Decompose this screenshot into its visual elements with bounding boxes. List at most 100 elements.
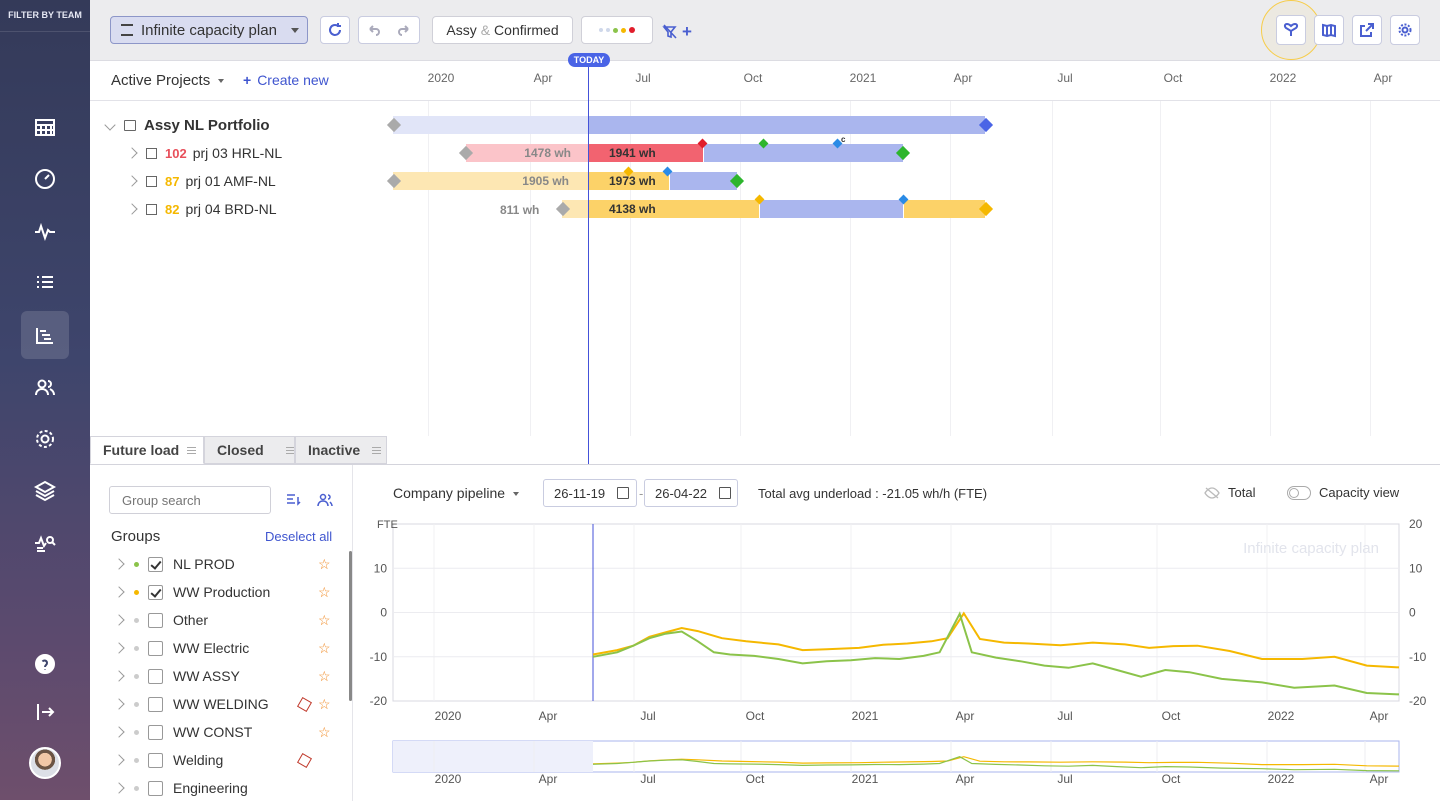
project-bar-tail[interactable] bbox=[669, 172, 737, 190]
filter-by-team-label[interactable]: FILTER BY TEAM bbox=[0, 0, 90, 32]
user-avatar[interactable] bbox=[29, 747, 61, 779]
redo-icon[interactable] bbox=[396, 22, 412, 38]
project-bar-past[interactable]: 1905 wh bbox=[393, 172, 589, 190]
chevron-right-icon[interactable] bbox=[113, 642, 125, 654]
filter-favorite-button[interactable] bbox=[1276, 15, 1306, 45]
nav-gantt-button[interactable] bbox=[21, 311, 69, 359]
sort-list-icon[interactable] bbox=[286, 493, 302, 507]
nav-logout-button[interactable] bbox=[21, 688, 69, 736]
project-row[interactable]: 102 prj 03 HRL-NL bbox=[126, 139, 282, 167]
nav-users-button[interactable] bbox=[21, 363, 69, 411]
group-checkbox[interactable] bbox=[148, 724, 163, 740]
calendar-icon[interactable] bbox=[719, 487, 732, 499]
total-toggle[interactable]: Total bbox=[1204, 485, 1255, 500]
project-bar-future[interactable]: 1941 wh bbox=[589, 144, 703, 162]
settings-button[interactable] bbox=[1390, 15, 1420, 45]
chevron-right-icon[interactable] bbox=[126, 147, 138, 159]
pipeline-selector[interactable]: Company pipeline bbox=[393, 485, 520, 501]
toggle-switch[interactable] bbox=[1287, 485, 1311, 500]
tab-inactive[interactable]: Inactive bbox=[295, 436, 387, 464]
project-bar-tail[interactable] bbox=[703, 144, 903, 162]
nav-dashboard-button[interactable] bbox=[21, 155, 69, 203]
add-filter-icon[interactable]: + bbox=[682, 22, 692, 42]
group-checkbox[interactable] bbox=[148, 780, 163, 796]
group-checkbox[interactable] bbox=[148, 752, 163, 768]
chevron-right-icon[interactable] bbox=[113, 782, 125, 794]
chevron-down-icon[interactable] bbox=[104, 119, 116, 131]
star-icon[interactable]: ☆ bbox=[318, 696, 331, 713]
group-checkbox[interactable] bbox=[148, 556, 163, 572]
group-item[interactable]: Other ☆ bbox=[90, 606, 350, 634]
project-bar-future[interactable]: 4138 wh bbox=[589, 200, 759, 218]
group-item[interactable]: Engineering bbox=[90, 774, 350, 802]
star-icon[interactable]: ☆ bbox=[318, 556, 331, 573]
group-item[interactable]: WW ASSY ☆ bbox=[90, 662, 350, 690]
tab-closed[interactable]: Closed bbox=[204, 436, 295, 464]
menu-icon[interactable] bbox=[285, 446, 295, 454]
chevron-right-icon[interactable] bbox=[113, 754, 125, 766]
filter-clear-icon[interactable] bbox=[662, 24, 678, 40]
chevron-right-icon[interactable] bbox=[113, 670, 125, 682]
star-icon[interactable]: ☆ bbox=[318, 612, 331, 629]
nav-help-button[interactable] bbox=[21, 640, 69, 688]
group-checkbox[interactable] bbox=[148, 668, 163, 684]
group-item[interactable]: Welding bbox=[90, 746, 350, 774]
group-item[interactable]: WW Production ☆ bbox=[90, 578, 350, 606]
plan-selector[interactable]: Infinite capacity plan bbox=[110, 16, 308, 44]
calendar-icon[interactable] bbox=[617, 487, 630, 499]
project-bar-mid[interactable] bbox=[759, 200, 903, 218]
chevron-right-icon[interactable] bbox=[113, 586, 125, 598]
deselect-all-link[interactable]: Deselect all bbox=[265, 529, 332, 544]
group-item[interactable]: WW CONST ☆ bbox=[90, 718, 350, 746]
portfolio-bar-future[interactable] bbox=[589, 116, 985, 134]
star-icon[interactable]: ☆ bbox=[318, 668, 331, 685]
portfolio-bar-past[interactable] bbox=[393, 116, 589, 134]
menu-icon[interactable] bbox=[187, 446, 197, 454]
chevron-right-icon[interactable] bbox=[113, 698, 125, 710]
create-new-button[interactable]: + Create new bbox=[243, 72, 329, 88]
load-chart[interactable]: FTE 10 0 -10 -20 20 10 0 -10 -20 2020 Apr Jul Oct 2021… bbox=[353, 515, 1440, 787]
nav-analytics-button[interactable] bbox=[21, 519, 69, 567]
eye-off-icon bbox=[1204, 486, 1220, 499]
group-item[interactable]: NL PROD ☆ bbox=[90, 550, 350, 578]
nav-list-button[interactable] bbox=[21, 259, 69, 307]
menu-icon[interactable] bbox=[372, 446, 382, 454]
portfolio-row[interactable]: Assy NL Portfolio bbox=[104, 111, 270, 139]
map-view-button[interactable] bbox=[1314, 15, 1344, 45]
project-name: prj 01 AMF-NL bbox=[185, 173, 276, 189]
nav-settings-button[interactable] bbox=[21, 415, 69, 463]
chevron-right-icon[interactable] bbox=[113, 558, 125, 570]
group-item[interactable]: WW WELDING ☆ bbox=[90, 690, 350, 718]
chevron-right-icon[interactable] bbox=[126, 175, 138, 187]
undo-icon[interactable] bbox=[366, 22, 382, 38]
nav-planning-button[interactable] bbox=[21, 103, 69, 151]
group-item[interactable]: WW Electric ☆ bbox=[90, 634, 350, 662]
project-row[interactable]: 87 prj 01 AMF-NL bbox=[126, 167, 276, 195]
group-checkbox[interactable] bbox=[148, 612, 163, 628]
project-row[interactable]: 82 prj 04 BRD-NL bbox=[126, 195, 277, 223]
nav-layers-button[interactable] bbox=[21, 467, 69, 515]
group-checkbox[interactable] bbox=[148, 640, 163, 656]
capacity-view-toggle[interactable]: Capacity view bbox=[1287, 485, 1399, 500]
chevron-right-icon[interactable] bbox=[126, 203, 138, 215]
export-button[interactable] bbox=[1352, 15, 1382, 45]
star-icon[interactable]: ☆ bbox=[318, 640, 331, 657]
nav-activity-button[interactable] bbox=[21, 207, 69, 255]
chevron-right-icon[interactable] bbox=[113, 614, 125, 626]
star-icon[interactable]: ☆ bbox=[318, 724, 331, 741]
color-filter-dots[interactable] bbox=[581, 16, 653, 44]
star-icon[interactable]: ☆ bbox=[318, 584, 331, 601]
date-from-field[interactable]: 26-11-19 bbox=[543, 479, 637, 507]
active-projects-selector[interactable]: Active Projects bbox=[111, 72, 225, 89]
chevron-right-icon[interactable] bbox=[113, 726, 125, 738]
group-search-input[interactable] bbox=[109, 486, 271, 514]
group-checkbox[interactable] bbox=[148, 584, 163, 600]
refresh-button[interactable] bbox=[320, 16, 350, 44]
team-users-icon[interactable] bbox=[317, 493, 333, 507]
filter-tag-selector[interactable]: Assy & Confirmed bbox=[432, 16, 573, 44]
tab-future-load[interactable]: Future load bbox=[90, 436, 204, 464]
project-bar-tail[interactable] bbox=[903, 200, 985, 218]
project-bar-past[interactable]: 1478 wh bbox=[466, 144, 589, 162]
date-to-field[interactable]: 26-04-22 bbox=[644, 479, 738, 507]
group-checkbox[interactable] bbox=[148, 696, 163, 712]
